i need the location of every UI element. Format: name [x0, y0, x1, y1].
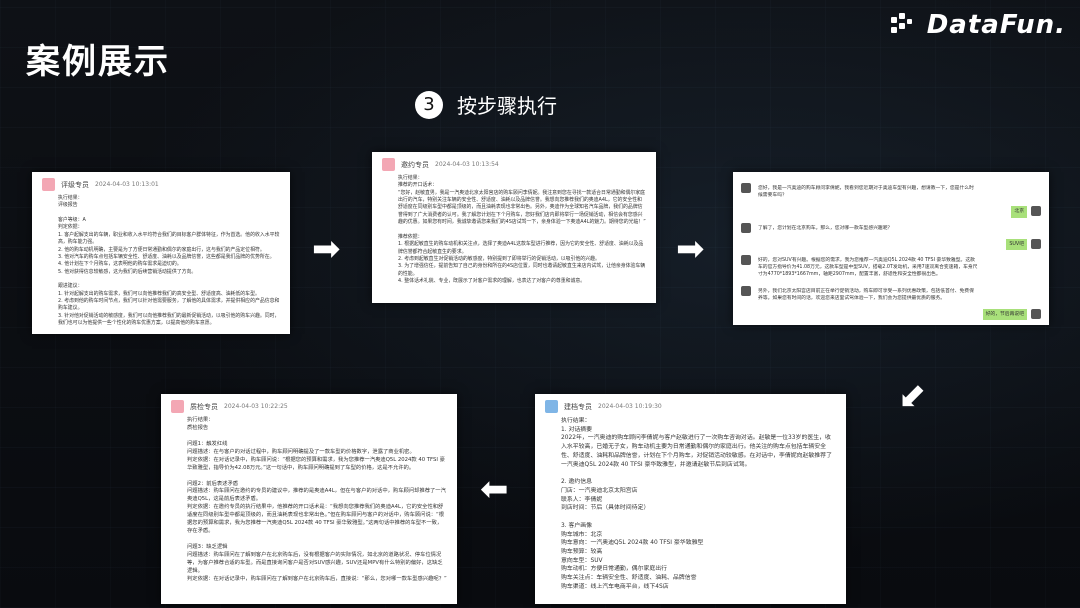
chat-bubble: SUV吧: [1006, 238, 1027, 250]
step-indicator: 3 按步骤执行: [415, 90, 557, 119]
chat-bubble: 您好，我是一汽奥迪的购车顾问李倩妮，我看到您近期对于奥迪车型有兴趣，想请教一下，…: [755, 183, 981, 202]
chat-message: 另外，我们北京太阳宫店目前正在举行促销活动，购车即可享受一系列优惠政策，包括低首…: [741, 285, 1041, 304]
message-time: 2024-04-03 10:19:30: [598, 403, 662, 410]
chat-conversation-card: 您好，我是一汽奥迪的购车顾问李倩妮，我看到您近期对于奥迪车型有兴趣，想请教一下，…: [733, 172, 1049, 325]
chat-message: 您好，我是一汽奥迪的购车顾问李倩妮，我看到您近期对于奥迪车型有兴趣，想请教一下，…: [741, 183, 1041, 202]
chat-avatar-icon: [741, 183, 751, 193]
chat-message: 北京: [741, 206, 1041, 218]
chat-avatar-icon: [1031, 308, 1041, 319]
chat-bubble: 了解了，您计划在北京购车。那么，您对哪一款车型感兴趣呢？: [755, 222, 896, 234]
agent-name: 质检专员: [190, 402, 218, 411]
card-body: 执行结果： 质检报告 问题1：触发红线 问题描述：在与客户的对话过程中，购车顾问…: [187, 417, 447, 582]
chat-bubble: 北京: [1011, 206, 1027, 218]
chat-message: 好的，您对SUV有兴趣。根据您的需求，我为您推荐一汽奥迪Q5L 2024款 40…: [741, 254, 1041, 281]
agent-avatar: [382, 158, 395, 171]
chat-avatar-icon: [1031, 238, 1041, 249]
message-time: 2024-04-03 10:13:01: [95, 181, 159, 188]
card-header: 质检专员 2024-04-03 10:22:25: [161, 394, 457, 415]
arrow-left-icon: ➡: [480, 470, 509, 510]
agent-avatar: [171, 400, 184, 413]
step-number: 3: [415, 90, 443, 119]
step-label: 按步骤执行: [457, 94, 557, 118]
chat-avatar-icon: [741, 285, 751, 296]
card-body: 执行结果： 评级报告 客户等级：A 判定依据： 1. 客户起解支出的车辆，职业和…: [58, 195, 280, 327]
agent-avatar: [42, 178, 55, 191]
arrow-right-icon: ➡: [312, 229, 341, 269]
rating-report-card: 评级专员 2024-04-03 10:13:01 执行结果： 评级报告 客户等级…: [32, 172, 290, 334]
chat-message: 了解了，您计划在北京购车。那么，您对哪一款车型感兴趣呢？: [741, 222, 1041, 234]
chat-message: 好的，节后再说吧: [741, 308, 1041, 321]
brand-name: DataFun.: [926, 10, 1066, 40]
card-body: 执行结果： 1. 对话摘要 2022年，一汽奥迪的购车顾问李倩妮与客户赵敏进行了…: [561, 418, 832, 590]
chat-bubble: 好的，您对SUV有兴趣。根据您的需求，我为您推荐一汽奥迪Q5L 2024款 40…: [755, 254, 981, 281]
message-time: 2024-04-03 10:22:25: [224, 403, 288, 410]
chat-area: 您好，我是一汽奥迪的购车顾问李倩妮，我看到您近期对于奥迪车型有兴趣，想请教一下，…: [733, 172, 1049, 325]
message-time: 2024-04-03 10:13:54: [435, 161, 499, 168]
agent-avatar: [545, 400, 558, 413]
brand-logo: DataFun.: [889, 10, 1066, 40]
agent-name: 邀约专员: [401, 160, 429, 169]
card-body: 执行结果： 推荐的开口话术： “您好，赵敏直男，我是一汽奥迪北京太阳宫店的购车顾…: [398, 175, 646, 285]
arrow-right-icon: ➡: [676, 229, 705, 269]
chat-message: SUV吧: [741, 238, 1041, 250]
profile-record-card: 建档专员 2024-04-03 10:19:30 执行结果： 1. 对话摘要 2…: [535, 394, 846, 604]
quality-report-card: 质检专员 2024-04-03 10:22:25 执行结果： 质检报告 问题1：…: [161, 394, 457, 604]
chat-avatar-icon: [741, 222, 751, 233]
agent-name: 建档专员: [564, 402, 592, 411]
chat-bubble: 另外，我们北京太阳宫店目前正在举行促销活动，购车即可享受一系列优惠政策，包括低首…: [755, 285, 981, 304]
datafun-logo-icon: [889, 11, 923, 39]
card-header: 评级专员 2024-04-03 10:13:01: [32, 172, 290, 193]
chat-bubble: 好的，节后再说吧: [982, 308, 1027, 321]
chat-avatar-icon: [741, 254, 751, 265]
card-header: 建档专员 2024-04-03 10:19:30: [535, 394, 846, 415]
invitation-script-card: 邀约专员 2024-04-03 10:13:54 执行结果： 推荐的开口话术： …: [372, 152, 656, 303]
slide-title: 案例展示: [26, 42, 170, 82]
chat-avatar-icon: [1031, 206, 1041, 217]
card-header: 邀约专员 2024-04-03 10:13:54: [372, 152, 656, 173]
agent-name: 评级专员: [61, 180, 89, 189]
